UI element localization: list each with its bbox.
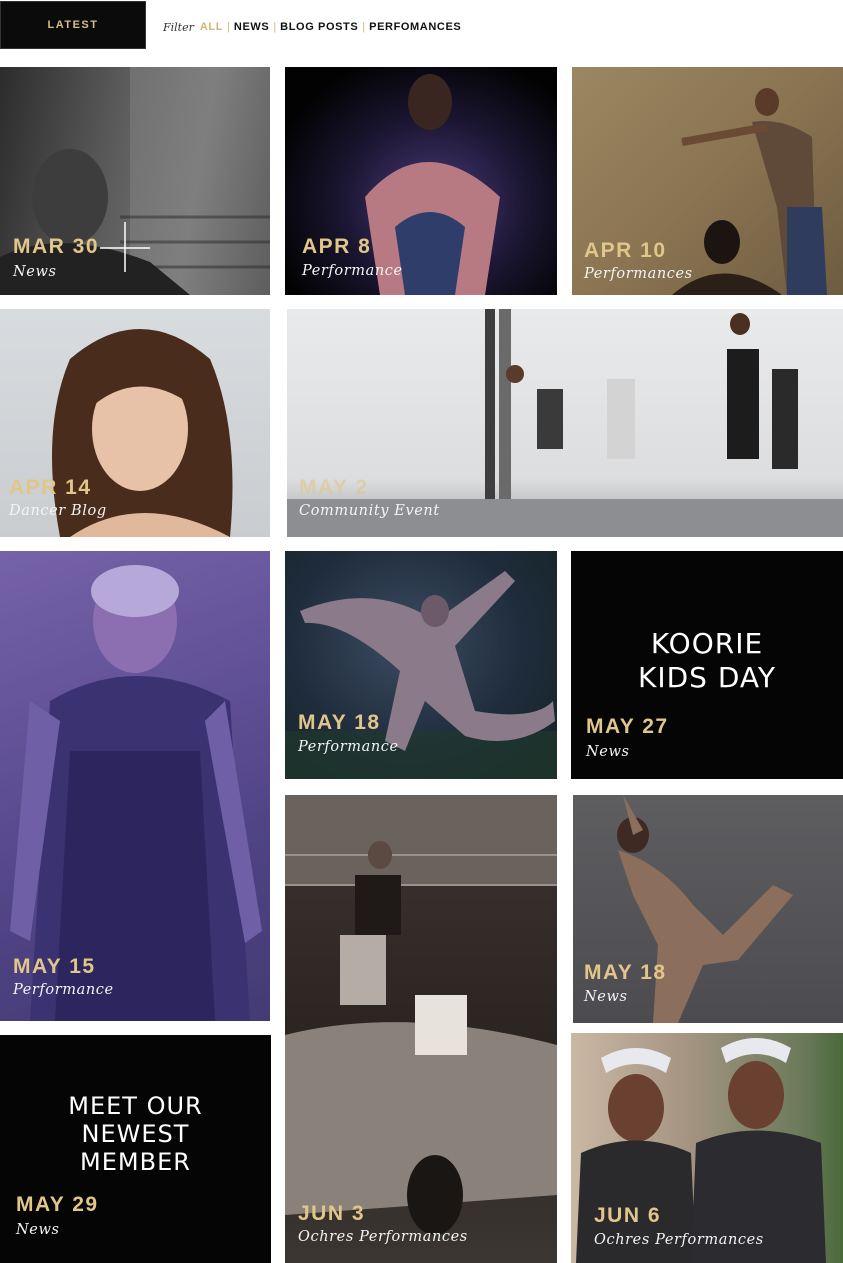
latest-button[interactable]: LATEST xyxy=(0,1,146,49)
headline-line: NEWEST xyxy=(81,1120,190,1148)
tile-date: MAY 29 xyxy=(16,1193,99,1216)
post-tile-apr-10[interactable]: APR 10 Performances xyxy=(572,67,843,295)
tile-category: Ochres Performances xyxy=(594,1232,764,1248)
post-tile-jun-6[interactable]: JUN 6 Ochres Performances xyxy=(571,1033,843,1263)
tile-category: Performance xyxy=(13,982,114,998)
headline-line: MEMBER xyxy=(80,1148,191,1176)
filter-separator: | xyxy=(227,21,230,33)
post-tile-mar-30[interactable]: MAR 30 News xyxy=(0,67,270,295)
tile-category: News xyxy=(584,989,628,1005)
post-tile-may-18-news[interactable]: MAY 18 News xyxy=(573,795,843,1023)
tile-category: Community Event xyxy=(299,503,440,519)
post-tile-apr-8[interactable]: APR 8 Performance xyxy=(285,67,557,295)
tile-date: MAY 18 xyxy=(584,961,667,984)
tile-category: Ochres Performances xyxy=(298,1229,468,1245)
filter-all[interactable]: ALL xyxy=(200,21,223,33)
tile-date: APR 10 xyxy=(584,239,667,262)
post-tile-may-2[interactable]: MAY 2 Community Event xyxy=(287,309,843,537)
tile-category: News xyxy=(586,744,630,760)
filter-news[interactable]: NEWS xyxy=(234,21,269,33)
post-tile-may-27[interactable]: KOORIE KIDS DAY MAY 27 News xyxy=(571,551,843,779)
filter-blog-posts[interactable]: BLOG POSTS xyxy=(280,21,358,33)
tile-headline: KOORIE KIDS DAY xyxy=(571,627,843,695)
headline-line: KOORIE xyxy=(650,627,764,660)
tile-photo xyxy=(0,67,270,295)
tile-category: Performance xyxy=(302,263,403,279)
tile-date: MAY 18 xyxy=(298,711,381,734)
post-tile-jun-3[interactable]: JUN 3 Ochres Performances xyxy=(285,795,557,1263)
tile-headline: MEET OUR NEWEST MEMBER xyxy=(0,1092,271,1176)
tile-photo xyxy=(285,795,557,1235)
tile-category: Performance xyxy=(298,739,399,755)
headline-line: KIDS DAY xyxy=(637,661,776,694)
tile-date: MAR 30 xyxy=(13,235,100,258)
tile-date: APR 8 xyxy=(302,235,372,258)
post-tile-may-29[interactable]: MEET OUR NEWEST MEMBER MAY 29 News xyxy=(0,1035,271,1263)
filter-label: Filter xyxy=(163,20,194,34)
tile-category: Performances xyxy=(584,266,693,282)
tile-photo xyxy=(576,1038,826,1263)
tile-date: JUN 6 xyxy=(594,1204,662,1227)
headline-line: MEET OUR xyxy=(68,1092,203,1120)
filter-separator: | xyxy=(362,21,366,33)
tile-category: News xyxy=(16,1222,60,1238)
tile-category: Dancer Blog xyxy=(9,503,107,519)
filter-performances[interactable]: PERFOMANCES xyxy=(369,21,461,33)
tile-date: MAY 2 xyxy=(299,476,369,499)
tile-category: News xyxy=(13,264,57,280)
filter-bar: Filter ALL | NEWS | BLOG POSTS | PERFOMA… xyxy=(163,19,461,35)
tile-photo xyxy=(365,74,500,295)
tile-date: JUN 3 xyxy=(298,1202,366,1225)
post-tile-may-18-performance[interactable]: MAY 18 Performance xyxy=(285,551,557,779)
post-tile-may-15[interactable]: MAY 15 Performance xyxy=(0,551,270,1021)
tile-photo xyxy=(0,551,270,1021)
filter-separator: | xyxy=(273,21,277,33)
post-tile-apr-14[interactable]: APR 14 Dancer Blog xyxy=(0,309,270,537)
tile-date: APR 14 xyxy=(9,476,92,499)
tile-date: MAY 27 xyxy=(586,715,669,738)
tile-date: MAY 15 xyxy=(13,955,96,978)
